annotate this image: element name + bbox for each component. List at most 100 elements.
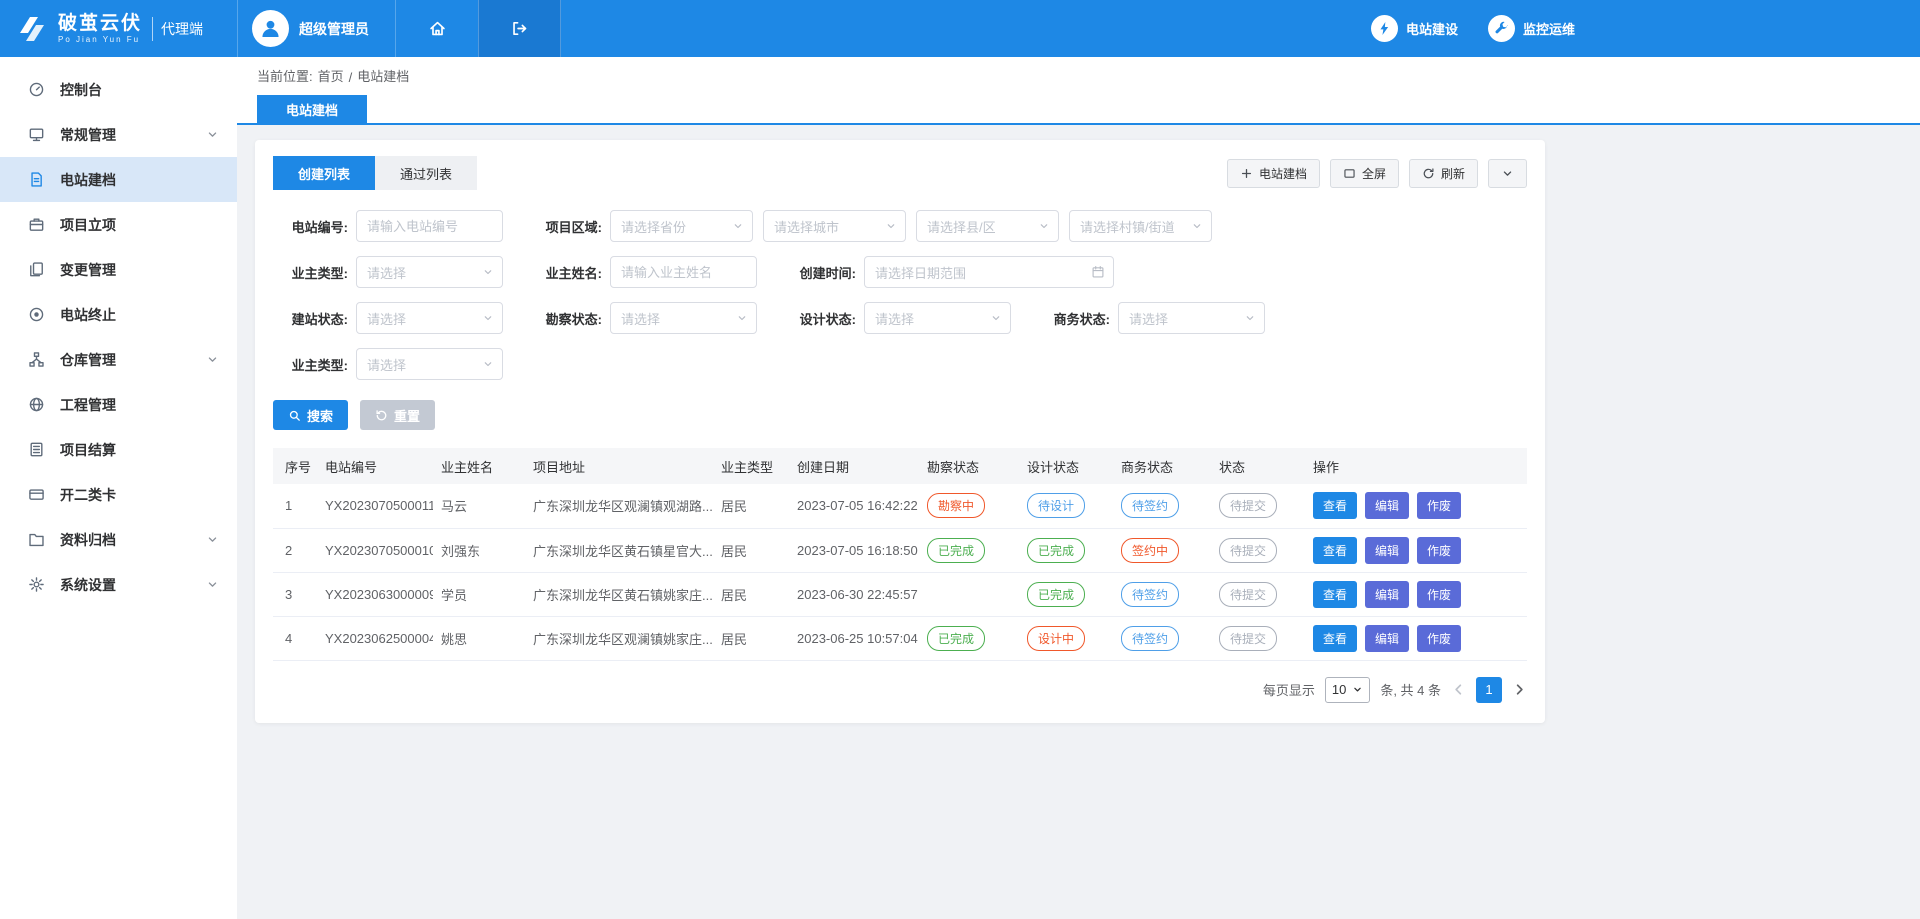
create-time-input[interactable]: 请选择日期范围: [864, 256, 1114, 288]
brand-subtitle: Po Jian Yun Fu: [58, 35, 142, 44]
page-tab-station-filing[interactable]: 电站建档: [257, 95, 367, 123]
prev-page-button[interactable]: [1451, 682, 1466, 697]
refresh-button[interactable]: 刷新: [1409, 159, 1478, 188]
cell-design-status: 设计中: [1019, 616, 1113, 660]
chevron-down-icon: [1191, 220, 1203, 232]
owner-name-input[interactable]: [610, 256, 757, 288]
column-header: 商务状态: [1113, 448, 1211, 484]
design-status-select[interactable]: 请选择: [864, 302, 1011, 334]
void-button[interactable]: 作废: [1417, 537, 1461, 564]
sidebar-item-engineering-management[interactable]: 工程管理: [0, 382, 237, 427]
station-code-input[interactable]: [356, 210, 503, 242]
sidebar-item-data-archive[interactable]: 资料归档: [0, 517, 237, 562]
cell-index: 1: [273, 484, 317, 528]
chevron-down-icon: [990, 312, 1002, 324]
filter-label: 业主姓名:: [527, 263, 602, 282]
cell-owner-name: 学员: [433, 572, 525, 616]
status-badge: 已完成: [927, 538, 985, 563]
bolt-icon: [1371, 15, 1398, 42]
edit-button[interactable]: 编辑: [1365, 625, 1409, 652]
sidebar-item-station-filing[interactable]: 电站建档: [0, 157, 237, 202]
city-select[interactable]: 请选择城市: [763, 210, 906, 242]
filter-field-build-status: 建站状态: 请选择: [273, 302, 503, 334]
person-icon: [259, 17, 282, 40]
edit-button[interactable]: 编辑: [1365, 537, 1409, 564]
avatar: [252, 10, 289, 47]
reset-button[interactable]: 重置: [360, 400, 435, 430]
sidebar-item-project-initiation[interactable]: 项目立项: [0, 202, 237, 247]
filter-label: 建站状态:: [273, 309, 348, 328]
status-badge: 已完成: [1027, 538, 1085, 563]
town-select[interactable]: 请选择村镇/街道: [1069, 210, 1212, 242]
filter-form: 电站编号: 项目区域: 请选择省份请选择城市请选择县/区请选择村镇/街道业主类型: 请…: [273, 210, 1527, 380]
chevron-down-icon: [206, 353, 219, 366]
tab-create-list[interactable]: 创建列表: [273, 156, 375, 190]
status-badge: 待提交: [1219, 493, 1277, 518]
build-status-select[interactable]: 请选择: [356, 302, 503, 334]
quick-link-monitor-ops[interactable]: 监控运维: [1488, 15, 1575, 42]
tab-passed-list[interactable]: 通过列表: [375, 156, 477, 190]
view-button[interactable]: 查看: [1313, 492, 1357, 519]
page-size-select[interactable]: 10: [1325, 677, 1370, 703]
county-select[interactable]: 请选择县/区: [916, 210, 1059, 242]
province-select[interactable]: 请选择省份: [610, 210, 753, 242]
filter-field-survey-status: 勘察状态:请选择: [527, 302, 757, 334]
create-station-button[interactable]: 电站建档: [1227, 159, 1320, 188]
pagination: 每页显示 10 条, 共 4 条 1: [273, 677, 1527, 703]
sidebar-item-class2-card[interactable]: 开二类卡: [0, 472, 237, 517]
filter-field-business-status: 商务状态:请选择: [1035, 302, 1265, 334]
cell-station-code: YX2023063000009: [317, 572, 433, 616]
status-badge: 已完成: [927, 626, 985, 651]
collapse-button[interactable]: [1488, 159, 1527, 188]
sidebar-item-change-management[interactable]: 变更管理: [0, 247, 237, 292]
void-button[interactable]: 作废: [1417, 581, 1461, 608]
fullscreen-button[interactable]: 全屏: [1330, 159, 1399, 188]
sidebar-item-general-management[interactable]: 常规管理: [0, 112, 237, 157]
void-button[interactable]: 作废: [1417, 625, 1461, 652]
home-button[interactable]: [395, 0, 478, 57]
chevron-down-icon: [732, 220, 744, 232]
void-button[interactable]: 作废: [1417, 492, 1461, 519]
logout-button[interactable]: [478, 0, 561, 57]
column-header: 操作: [1305, 448, 1527, 484]
filter-label: 项目区域:: [527, 217, 602, 236]
sidebar-item-console[interactable]: 控制台: [0, 67, 237, 112]
filter-field-station-code: 电站编号:: [273, 210, 503, 242]
filter-field-owner-type: 业主类型: 请选择: [273, 256, 503, 288]
edit-button[interactable]: 编辑: [1365, 492, 1409, 519]
breadcrumb-home[interactable]: 首页: [318, 66, 344, 85]
survey-status-select[interactable]: 请选择: [610, 302, 757, 334]
main-content: 当前位置: 首页 / 电站建档 电站建档 创建列表通过列表 电站建档全屏刷新 电…: [237, 57, 1920, 919]
status-badge: 待提交: [1219, 626, 1277, 651]
search-icon: [288, 409, 301, 422]
user-menu[interactable]: 超级管理员: [237, 0, 395, 57]
next-page-button[interactable]: [1512, 682, 1527, 697]
cell-actions: 查看编辑作废: [1305, 528, 1527, 572]
cell-survey-status: 勘察中: [919, 484, 1019, 528]
column-header: 设计状态: [1019, 448, 1113, 484]
sidebar-item-project-settlement[interactable]: 项目结算: [0, 427, 237, 472]
quick-link-station-build[interactable]: 电站建设: [1371, 15, 1458, 42]
cell-owner-name: 马云: [433, 484, 525, 528]
toolbar: 电站建档全屏刷新: [1227, 159, 1527, 188]
edit-button[interactable]: 编辑: [1365, 581, 1409, 608]
business-status-select[interactable]: 请选择: [1118, 302, 1265, 334]
sidebar-item-system-settings[interactable]: 系统设置: [0, 562, 237, 607]
chevron-down-icon: [206, 128, 219, 141]
owner-type-2-select[interactable]: 请选择: [356, 348, 503, 380]
search-button[interactable]: 搜索: [273, 400, 348, 430]
sidebar-item-station-termination[interactable]: 电站终止: [0, 292, 237, 337]
column-header: 状态: [1211, 448, 1305, 484]
cell-owner-type: 居民: [713, 616, 789, 660]
records-table: 序号电站编号业主姓名项目地址业主类型创建日期勘察状态设计状态商务状态状态操作 1…: [273, 448, 1527, 661]
view-button[interactable]: 查看: [1313, 581, 1357, 608]
user-name: 超级管理员: [299, 19, 369, 39]
view-button[interactable]: 查看: [1313, 537, 1357, 564]
status-badge: 待设计: [1027, 493, 1085, 518]
view-button[interactable]: 查看: [1313, 625, 1357, 652]
owner-type-select[interactable]: 请选择: [356, 256, 503, 288]
filter-label: 业主类型:: [273, 263, 348, 282]
sidebar-item-warehouse-management[interactable]: 仓库管理: [0, 337, 237, 382]
page-number-1[interactable]: 1: [1476, 677, 1502, 703]
breadcrumb-prefix: 当前位置:: [257, 66, 313, 85]
